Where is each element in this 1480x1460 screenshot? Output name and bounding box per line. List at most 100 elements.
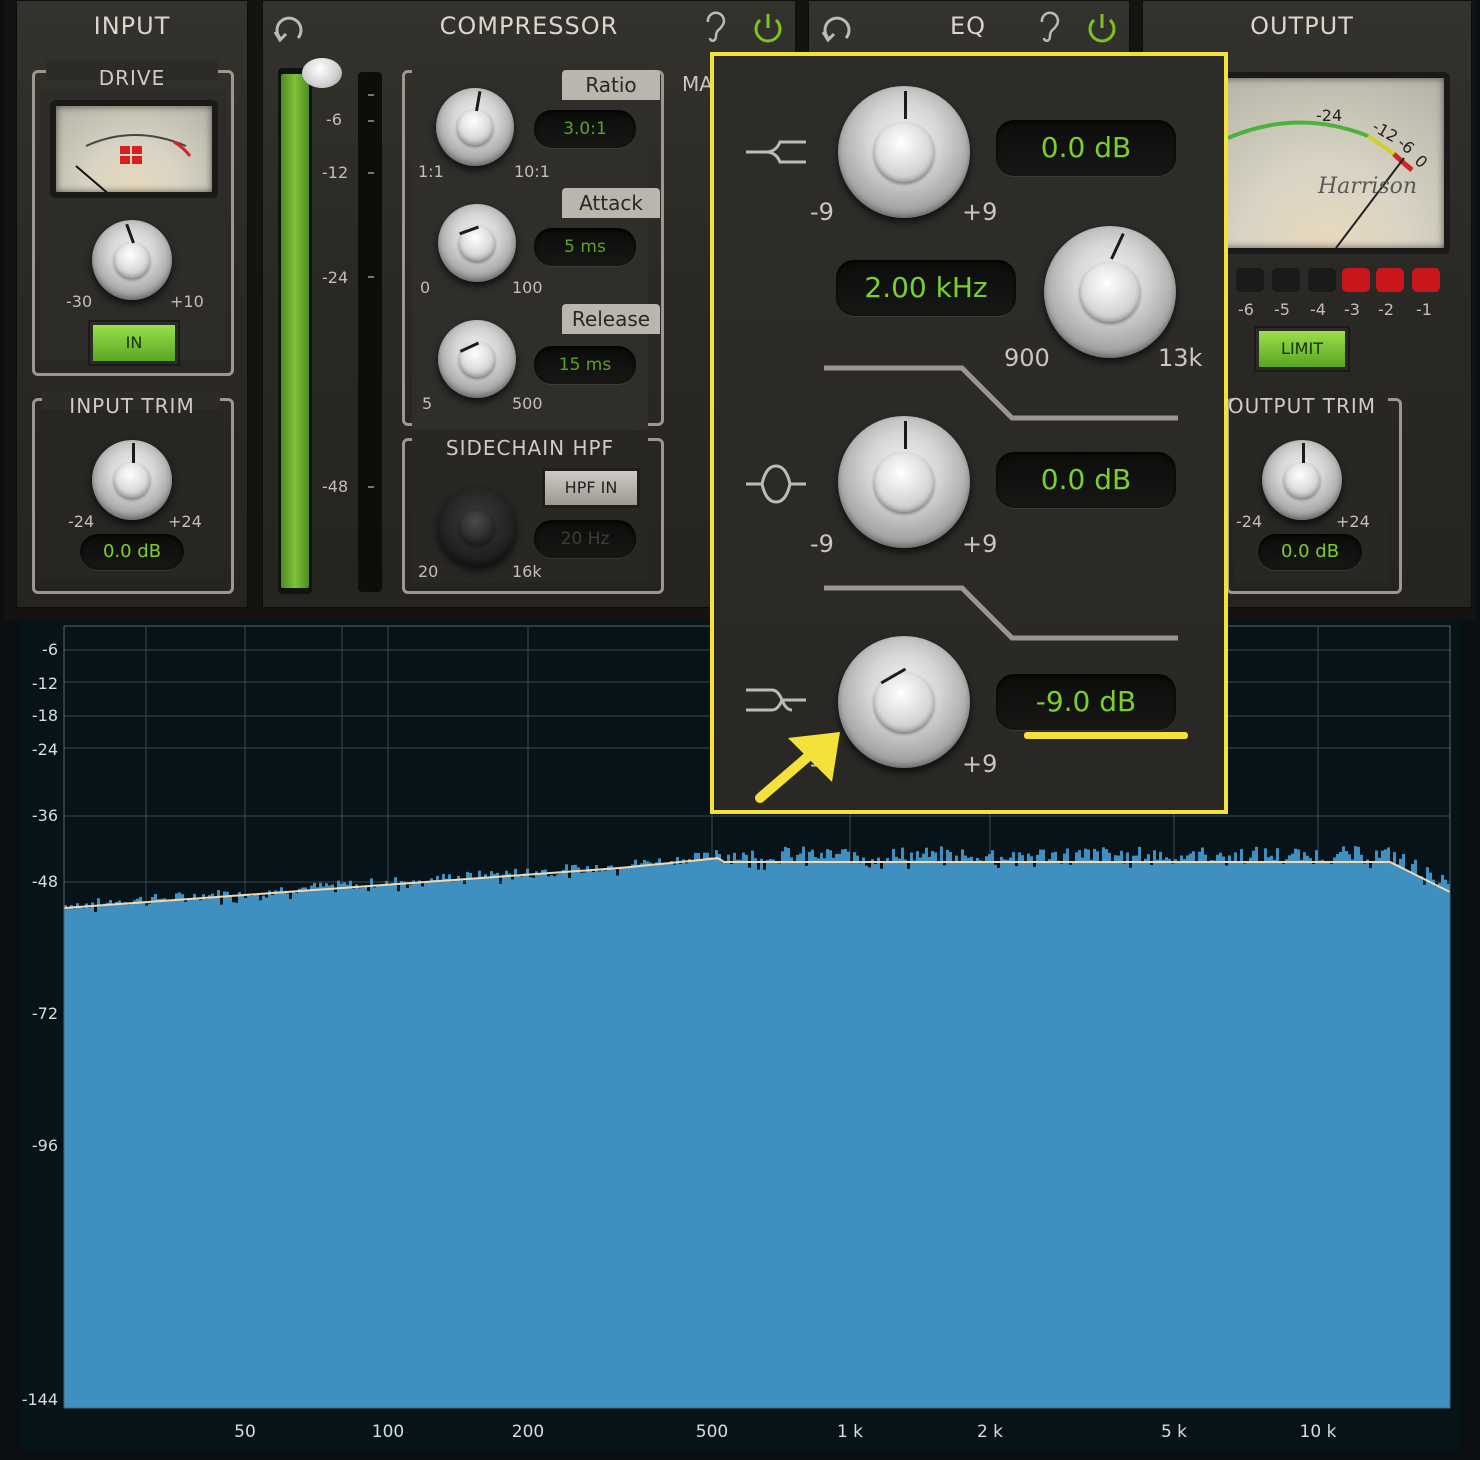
reset-icon[interactable] <box>272 10 306 44</box>
input-trim-knob[interactable] <box>92 440 172 520</box>
spectrum-bar <box>1276 848 1279 1408</box>
spectrum-bar <box>118 900 121 1408</box>
spectrum-bar <box>1387 847 1390 1408</box>
spectrum-bar <box>334 892 337 1408</box>
spectrum-bar <box>85 903 88 1408</box>
high-gain-knob[interactable] <box>838 636 970 768</box>
spectrum-bar <box>751 850 754 1408</box>
spectrum-bar <box>172 899 175 1408</box>
sidechain-max: 16k <box>512 562 542 581</box>
spectrum-bar <box>835 853 838 1408</box>
level-meter-fill <box>281 74 309 588</box>
spectrum-bar <box>1417 876 1420 1408</box>
spectrum-bar <box>367 891 370 1408</box>
spectrum-bar <box>157 898 160 1408</box>
ratio-knob[interactable] <box>436 88 514 166</box>
low-gain-display[interactable]: 0.0 dB <box>996 120 1176 176</box>
spectrum-bar <box>1042 849 1045 1408</box>
spectrum-bar <box>232 902 235 1408</box>
spectrum-bar <box>682 859 685 1408</box>
spectrum-bar <box>382 884 385 1408</box>
spectrum-bar <box>844 848 847 1408</box>
spectrum-bar <box>1120 850 1123 1408</box>
spectrum-bar <box>1444 879 1447 1408</box>
spectrum-bar <box>139 897 142 1408</box>
attack-knob[interactable] <box>438 204 516 282</box>
ratio-display[interactable]: 3.0:1 <box>534 110 636 148</box>
spectrum-bar <box>529 877 532 1408</box>
highlight-underline <box>1024 732 1188 739</box>
spectrum-bar <box>100 906 103 1408</box>
drive-in-button[interactable]: IN <box>90 322 178 364</box>
spectrum-bar <box>736 859 739 1408</box>
spectrum-bar <box>664 864 667 1408</box>
spectrum-bar <box>1027 853 1030 1408</box>
drive-max-label: +10 <box>170 292 204 311</box>
threshold-slider-handle[interactable] <box>302 58 342 88</box>
led-label-1: -1 <box>1416 300 1432 319</box>
spectrum-bar <box>892 848 895 1408</box>
spectrum-bar <box>1342 846 1345 1408</box>
eq-power-icon[interactable] <box>1084 10 1120 46</box>
spectrum-bar <box>223 891 226 1408</box>
spectrum-bar <box>721 862 724 1408</box>
spectrum-bar <box>1150 864 1153 1408</box>
spectrum-bar <box>832 857 835 1408</box>
spectrum-bar <box>484 874 487 1408</box>
sidechain-hpf-knob[interactable] <box>438 488 516 566</box>
mid-freq-knob[interactable] <box>1044 226 1176 358</box>
spectrum-bar <box>559 873 562 1408</box>
spectrum-bar <box>1129 867 1132 1408</box>
input-trim-min: -24 <box>68 512 95 531</box>
hpf-in-button[interactable]: HPF IN <box>542 468 640 508</box>
output-trim-display[interactable]: 0.0 dB <box>1258 534 1362 570</box>
output-trim-knob[interactable] <box>1262 440 1342 520</box>
spectrum-bar <box>514 868 517 1408</box>
spectrum-bar <box>982 861 985 1408</box>
spectrum-bar <box>475 879 478 1408</box>
spectrum-bar <box>1234 852 1237 1408</box>
drive-knob[interactable] <box>92 220 172 300</box>
gain-reduction-meter <box>358 72 382 592</box>
spectrum-bar <box>1009 857 1012 1408</box>
spectrum-bar <box>502 874 505 1408</box>
spectrum-bar <box>1393 852 1396 1408</box>
spectrum-bar <box>310 885 313 1408</box>
spectrum-bar <box>415 881 418 1408</box>
spectrum-bar <box>1024 862 1027 1408</box>
spectrum-bar <box>199 900 202 1408</box>
eq-listen-ear-icon[interactable] <box>1036 10 1062 46</box>
power-icon[interactable] <box>750 10 786 46</box>
spectrum-bar <box>1225 865 1228 1408</box>
highlight-arrow-icon <box>755 732 840 803</box>
eq-reset-icon[interactable] <box>820 10 854 44</box>
spectrum-bar <box>421 886 424 1408</box>
release-knob[interactable] <box>438 320 516 398</box>
spectrum-bar <box>1390 862 1393 1408</box>
mid-gain-knob[interactable] <box>838 416 970 548</box>
limit-button[interactable]: LIMIT <box>1256 328 1348 370</box>
high-gain-display[interactable]: -9.0 dB <box>996 674 1176 730</box>
mid-freq-display[interactable]: 2.00 kHz <box>836 260 1016 316</box>
output-title: OUTPUT <box>1250 12 1354 40</box>
spectrum-bar <box>1084 848 1087 1408</box>
spectrum-bar <box>373 887 376 1408</box>
spectrum-bar <box>910 852 913 1408</box>
sidechain-hpf-display[interactable]: 20 Hz <box>534 520 636 558</box>
spectrum-bar <box>1264 848 1267 1408</box>
spectrum-bar <box>1315 850 1318 1408</box>
attack-display[interactable]: 5 ms <box>534 228 636 266</box>
spectrum-bar <box>1300 859 1303 1408</box>
input-trim-display[interactable]: 0.0 dB <box>80 534 184 570</box>
spectrum-bar <box>460 878 463 1408</box>
spectrum-bar <box>1399 858 1402 1408</box>
spectrum-bar <box>730 863 733 1408</box>
spectrum-bar <box>946 849 949 1408</box>
spectrum-bar <box>265 897 268 1408</box>
mid-gain-display[interactable]: 0.0 dB <box>996 452 1176 508</box>
low-gain-knob[interactable] <box>838 86 970 218</box>
listen-ear-icon[interactable] <box>702 10 728 46</box>
spectrum-bar <box>445 878 448 1408</box>
spectrum-bar <box>130 902 133 1408</box>
release-display[interactable]: 15 ms <box>534 346 636 384</box>
